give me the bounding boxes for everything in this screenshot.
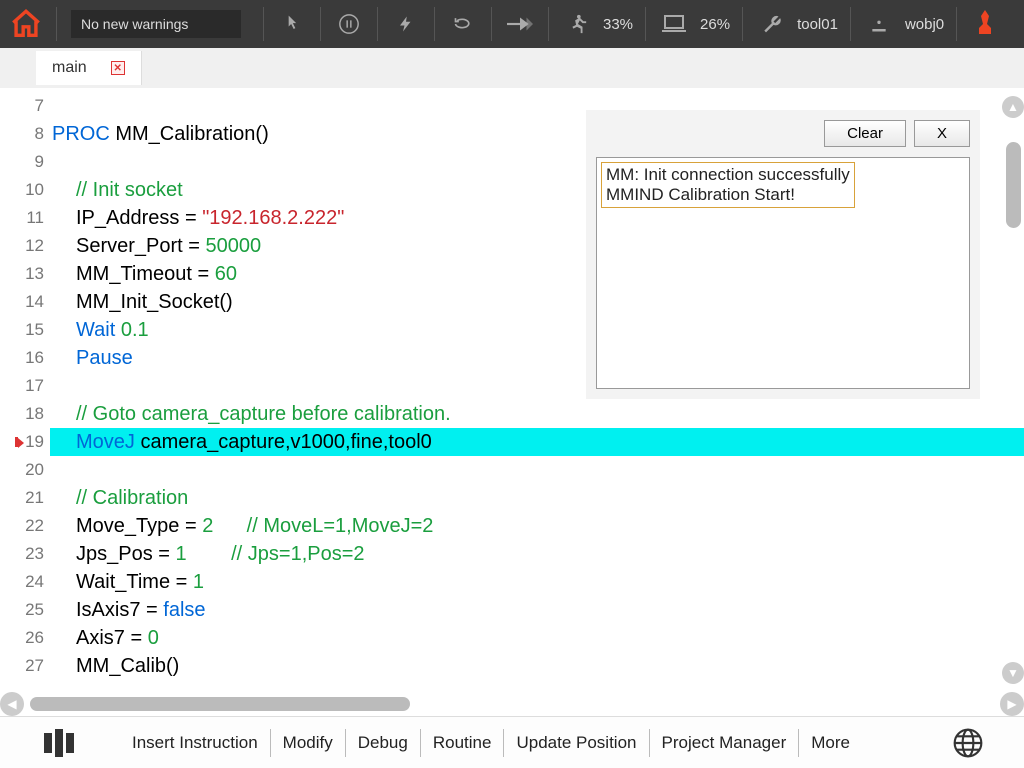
scroll-down-icon[interactable]: ▼ <box>1002 662 1024 684</box>
speed-percent: 33% <box>599 16 637 33</box>
bottombar-item[interactable]: Debug <box>346 729 421 757</box>
bottombar-item[interactable]: Routine <box>421 729 505 757</box>
code-line[interactable]: Wait_Time = 1 <box>50 568 1024 596</box>
top-toolbar: No new warnings 33% 26% tool01 wobj0 <box>0 0 1024 48</box>
code-line[interactable]: // Goto camera_capture before calibratio… <box>50 400 1024 428</box>
home-icon[interactable] <box>4 2 48 46</box>
tab-bar: main ✕ <box>0 48 1024 88</box>
bottombar-item[interactable]: Project Manager <box>650 729 800 757</box>
tab-label: main <box>52 59 87 77</box>
robot-icon[interactable] <box>965 4 1005 44</box>
message-panel: Clear X MM: Init connection successfully… <box>586 110 980 399</box>
scroll-left-icon[interactable]: ◀ <box>0 692 24 716</box>
wobj-icon[interactable] <box>859 4 899 44</box>
message-line: MMIND Calibration Start! <box>606 185 850 205</box>
message-body: MM: Init connection successfully MMIND C… <box>596 157 970 389</box>
line-number[interactable]: 19 <box>0 428 50 456</box>
code-line[interactable]: MM_Calib() <box>50 652 1024 680</box>
line-number[interactable]: 20 <box>0 456 50 484</box>
clear-button[interactable]: Clear <box>824 120 906 147</box>
line-number[interactable]: 27 <box>0 652 50 680</box>
code-line[interactable]: Jps_Pos = 1 // Jps=1,Pos=2 <box>50 540 1024 568</box>
horizontal-scrollbar[interactable]: ◀ ▶ <box>0 690 1024 718</box>
line-number[interactable]: 25 <box>0 596 50 624</box>
code-line[interactable]: // Calibration <box>50 484 1024 512</box>
bottom-bar: Insert InstructionModifyDebugRoutineUpda… <box>0 716 1024 768</box>
line-number[interactable]: 15 <box>0 316 50 344</box>
tab-main[interactable]: main ✕ <box>36 51 142 85</box>
tool-name[interactable]: tool01 <box>793 16 842 33</box>
scroll-thumb-h[interactable] <box>30 697 410 711</box>
code-line[interactable]: Move_Type = 2 // MoveL=1,MoveJ=2 <box>50 512 1024 540</box>
warnings-box[interactable]: No new warnings <box>71 10 241 38</box>
tab-close-icon[interactable]: ✕ <box>111 61 125 75</box>
pointer-icon[interactable] <box>272 4 312 44</box>
line-number[interactable]: 8 <box>0 120 50 148</box>
code-line[interactable]: MoveJ camera_capture,v1000,fine,tool0 <box>50 428 1024 456</box>
load-percent: 26% <box>696 16 734 33</box>
line-number[interactable]: 24 <box>0 568 50 596</box>
line-number[interactable]: 14 <box>0 288 50 316</box>
line-number[interactable]: 22 <box>0 512 50 540</box>
scroll-thumb[interactable] <box>1006 142 1021 228</box>
code-line[interactable]: IsAxis7 = false <box>50 596 1024 624</box>
globe-icon[interactable] <box>952 727 984 759</box>
line-gutter: 789101112131415161718192021222324252627 <box>0 88 50 686</box>
columns-icon[interactable] <box>0 729 120 757</box>
line-number[interactable]: 23 <box>0 540 50 568</box>
code-editor: 789101112131415161718192021222324252627 … <box>0 88 1024 686</box>
code-line[interactable]: Axis7 = 0 <box>50 624 1024 652</box>
close-button[interactable]: X <box>914 120 970 147</box>
loop-icon[interactable] <box>443 4 483 44</box>
laptop-icon[interactable] <box>654 4 694 44</box>
run-speed-icon[interactable] <box>557 4 597 44</box>
wrench-icon[interactable] <box>751 4 791 44</box>
line-number[interactable]: 18 <box>0 400 50 428</box>
vertical-scrollbar[interactable]: ▲ ▼ <box>1002 96 1024 684</box>
line-number[interactable]: 13 <box>0 260 50 288</box>
line-number[interactable]: 7 <box>0 92 50 120</box>
line-number[interactable]: 10 <box>0 176 50 204</box>
line-number[interactable]: 9 <box>0 148 50 176</box>
line-number[interactable]: 26 <box>0 624 50 652</box>
bottombar-item[interactable]: Insert Instruction <box>120 729 271 757</box>
line-number[interactable]: 12 <box>0 232 50 260</box>
bottombar-item[interactable]: Update Position <box>504 729 649 757</box>
fast-forward-icon[interactable] <box>500 4 540 44</box>
scroll-up-icon[interactable]: ▲ <box>1002 96 1024 118</box>
line-number[interactable]: 16 <box>0 344 50 372</box>
line-number[interactable]: 17 <box>0 372 50 400</box>
line-number[interactable]: 21 <box>0 484 50 512</box>
line-number[interactable]: 11 <box>0 204 50 232</box>
code-line[interactable] <box>50 456 1024 484</box>
bottombar-item[interactable]: More <box>799 729 862 757</box>
bottombar-item[interactable]: Modify <box>271 729 346 757</box>
scroll-right-icon[interactable]: ▶ <box>1000 692 1024 716</box>
wobj-name[interactable]: wobj0 <box>901 16 948 33</box>
bolt-icon[interactable] <box>386 4 426 44</box>
pause-icon[interactable] <box>329 4 369 44</box>
message-line: MM: Init connection successfully <box>606 165 850 185</box>
